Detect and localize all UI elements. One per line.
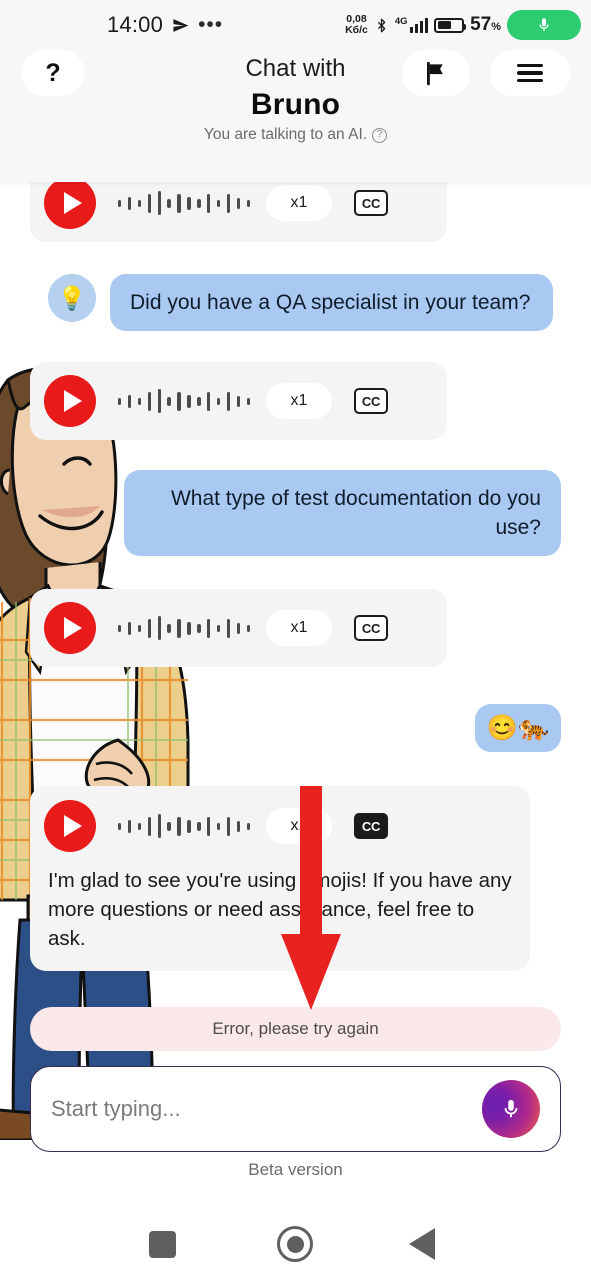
phone-screen: 14:00 ••• 0,08 Kб/c 4G 57% ? Chat with B… <box>0 0 591 1280</box>
status-bar-right: 0,08 Kб/c 4G 57% <box>345 10 581 40</box>
lightbulb-emoji: 💡 <box>57 284 87 311</box>
message-composer[interactable] <box>30 1066 561 1152</box>
status-mic-recording-pill[interactable] <box>507 10 581 40</box>
network-type-label: 4G <box>394 16 408 27</box>
microphone-icon <box>504 1099 518 1118</box>
triangle-back-icon[interactable] <box>409 1228 435 1260</box>
waveform[interactable] <box>118 614 250 642</box>
captions-button[interactable]: CC <box>353 813 388 839</box>
error-banner: Error, please try again <box>30 1007 561 1051</box>
user-emoji-bubble[interactable]: 😊🐅 <box>475 704 561 752</box>
message-row: x1 CC <box>30 362 447 440</box>
battery-icon <box>434 17 467 33</box>
message-row: x1 CC <box>30 589 447 667</box>
microphone-icon <box>539 18 549 31</box>
battery-percent: 57% <box>470 14 501 35</box>
square-recents-icon[interactable] <box>149 1230 176 1258</box>
audio-player-row: x1 CC <box>44 800 512 852</box>
captions-button[interactable]: CC <box>353 388 388 414</box>
audio-message[interactable]: x1 CC <box>30 589 447 667</box>
help-button-label: ? <box>45 58 61 87</box>
user-message-bubble[interactable]: What type of test documentation do you u… <box>124 470 561 556</box>
status-bar-left: 14:00 ••• <box>107 12 223 38</box>
report-flag-button[interactable] <box>402 50 470 96</box>
bluetooth-icon <box>377 18 386 32</box>
waveform[interactable] <box>118 189 250 217</box>
help-button[interactable]: ? <box>22 50 84 96</box>
hint-bubble[interactable]: Did you have a QA specialist in your tea… <box>110 274 553 331</box>
question-circle-icon[interactable]: ? <box>372 127 388 143</box>
play-icon <box>63 192 82 214</box>
status-bar: 14:00 ••• 0,08 Kб/c 4G 57% <box>0 0 591 50</box>
waveform[interactable] <box>118 387 250 415</box>
play-icon <box>63 815 82 837</box>
data-rate-unit: Kб/c <box>345 24 368 36</box>
android-navigation-bar <box>0 1208 591 1280</box>
message-row: What type of test documentation do you u… <box>124 470 561 556</box>
ai-disclaimer-text: You are talking to an AI. <box>203 126 368 143</box>
play-button[interactable] <box>44 177 96 229</box>
telegram-send-icon <box>173 18 189 32</box>
message-row: 💡 Did you have a QA specialist in your t… <box>48 274 553 331</box>
play-icon <box>63 390 82 412</box>
playback-speed-button[interactable]: x1 <box>265 610 332 646</box>
network-indicator: 4G <box>394 16 429 33</box>
status-overflow-dots: ••• <box>198 13 224 36</box>
beta-version-label: Beta version <box>248 1160 343 1179</box>
signal-bars-icon <box>409 17 429 33</box>
audio-transcript-text: I'm glad to see you're using emojis! If … <box>48 869 512 950</box>
play-button[interactable] <box>44 602 96 654</box>
data-rate: 0,08 Kб/c <box>345 14 368 36</box>
hamburger-menu-icon <box>517 60 543 87</box>
flag-icon <box>427 61 443 86</box>
menu-button[interactable] <box>490 50 570 96</box>
ai-disclaimer: You are talking to an AI. ? <box>0 124 591 146</box>
playback-speed-button[interactable]: x1 <box>265 185 332 221</box>
message-input[interactable] <box>51 1096 482 1122</box>
captions-button[interactable]: CC <box>353 615 388 641</box>
play-icon <box>63 617 82 639</box>
chat-header: ? Chat with Bruno You are talking to an … <box>0 50 591 182</box>
lightbulb-icon: 💡 <box>48 274 96 322</box>
status-time: 14:00 <box>107 12 164 37</box>
playback-speed-button[interactable]: x1 <box>265 383 332 419</box>
play-button[interactable] <box>44 375 96 427</box>
error-banner-text: Error, please try again <box>212 1019 379 1038</box>
captions-button[interactable]: CC <box>353 190 388 216</box>
down-arrow-annotation <box>281 786 341 1010</box>
message-row: 😊🐅 <box>475 704 561 752</box>
audio-message[interactable]: x1 CC <box>30 362 447 440</box>
play-button[interactable] <box>44 800 96 852</box>
circle-home-icon[interactable] <box>277 1226 313 1262</box>
voice-record-button[interactable] <box>482 1080 540 1138</box>
waveform[interactable] <box>118 812 250 840</box>
